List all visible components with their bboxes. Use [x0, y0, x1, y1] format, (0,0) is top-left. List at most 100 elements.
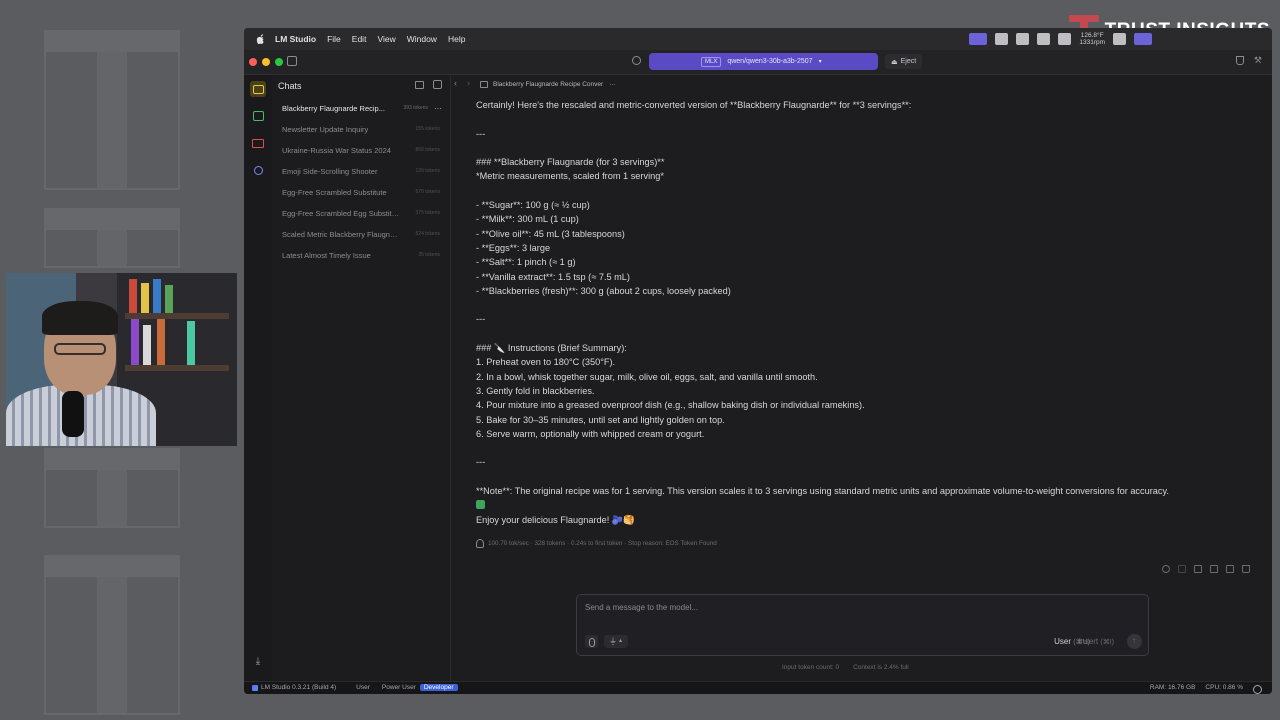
screen-record-icon[interactable] — [969, 33, 988, 45]
lm-studio-logo-icon — [252, 684, 258, 691]
chat-list-item-label: Latest Almost Timely Issue — [282, 250, 371, 260]
background-logo-mark — [44, 448, 180, 528]
status-bar: LM Studio 0.3.21 (Build 4) User Power Us… — [244, 681, 1272, 694]
regenerate-icon[interactable] — [1162, 565, 1170, 573]
developer-nav-button[interactable] — [250, 108, 266, 124]
message-input[interactable]: Send a message to the model... — [585, 603, 698, 612]
attach-button[interactable] — [585, 635, 598, 648]
maximize-window-button[interactable] — [275, 58, 283, 66]
context-usage: Context is 2.4% full — [853, 664, 909, 671]
message-line: 1. Preheat oven to 180°C (350°F). — [476, 357, 616, 368]
message-line — [476, 470, 1256, 484]
microphone — [62, 391, 84, 437]
chat-list-item[interactable]: Emoji Side-Scrolling Shooter 135 tokens — [276, 162, 446, 180]
battery-icon[interactable] — [1113, 33, 1126, 45]
chat-list-item-tokens: 135 tokens — [415, 168, 440, 174]
chat-nav-button[interactable] — [250, 81, 266, 97]
chat-list-item[interactable]: Scaled Metric Blackberry Flaugna... 524 t… — [276, 225, 446, 243]
lm-studio-version: LM Studio 0.3.21 (Build 4) — [252, 684, 336, 691]
notes-icon[interactable] — [995, 33, 1009, 45]
menu-window[interactable]: Window — [407, 34, 437, 44]
lightbulb-icon[interactable] — [476, 539, 484, 548]
input-token-count: Input token count: 0 — [782, 664, 840, 671]
tab-more-icon[interactable]: ··· — [609, 81, 616, 88]
chat-more-icon[interactable]: ··· — [434, 104, 442, 113]
message-line: - **Vanilla extract**: 1.5 tsp (≈ 7.5 mL… — [476, 271, 630, 282]
branch-icon[interactable] — [1194, 565, 1202, 573]
edit-icon[interactable] — [1226, 565, 1234, 573]
chat-list-item[interactable]: Blackberry Flaugnarde Recip... 393 tokens… — [276, 99, 446, 117]
share-icon[interactable] — [1016, 33, 1030, 45]
chat-list-item[interactable]: Newsletter Update Inquiry 155 tokens — [276, 120, 446, 138]
sidebar-toggle-icon[interactable] — [287, 56, 297, 66]
menu-view[interactable]: View — [377, 34, 395, 44]
message-line: 4. Pour mixture into a greased ovenproof… — [476, 400, 865, 411]
menu-edit[interactable]: Edit — [352, 34, 367, 44]
chat-list-item-label: Egg-Free Scrambled Substitute — [282, 187, 387, 197]
mode-developer[interactable]: Developer — [419, 684, 458, 691]
menu-help[interactable]: Help — [448, 34, 465, 44]
chat-list-item[interactable]: Egg-Free Scrambled Substitute 570 tokens — [276, 183, 446, 201]
composer-footer: Input token count: 0 Context is 2.4% ful… — [782, 664, 909, 671]
menu-file[interactable]: File — [327, 34, 341, 44]
discover-nav-button[interactable] — [250, 162, 266, 178]
message-composer[interactable]: Send a message to the model... ⏚ ▴ User … — [576, 594, 1149, 656]
new-folder-icon[interactable] — [415, 81, 424, 89]
chat-list-item-tokens: 375 tokens — [415, 210, 440, 216]
dropbox-icon[interactable] — [1037, 33, 1051, 45]
download-icon: ⤓ — [255, 655, 261, 667]
continue-icon[interactable] — [1178, 565, 1186, 573]
chat-list-item[interactable]: Ukraine-Russia War Status 2024 866 tokens — [276, 141, 446, 159]
message-line: - **Sugar**: 100 g (≈ ½ cup) — [476, 200, 590, 211]
downloads-button[interactable]: ⤓ — [250, 653, 266, 669]
cpu-usage: CPU: 0.86 % — [1205, 684, 1243, 691]
model-selector[interactable]: MLX qwen/qwen3-30b-a3b-2507 ▾ — [649, 53, 878, 70]
message-line: ### 🔪 Instructions (Brief Summary): — [476, 343, 627, 354]
webcam-feed — [6, 273, 237, 446]
settings-gear-icon[interactable] — [632, 56, 641, 65]
apple-icon[interactable] — [256, 34, 265, 44]
tab-active-chat[interactable]: Blackberry Flaugnarde Recipe Conver ··· — [480, 77, 616, 91]
mode-user[interactable]: User — [356, 684, 370, 691]
chat-bubble-icon — [252, 84, 264, 94]
settings-gear-icon[interactable] — [1253, 685, 1262, 694]
lm-studio-window: LM Studio File Edit View Window Help 126… — [244, 28, 1272, 694]
app-menu[interactable]: LM Studio — [275, 34, 316, 44]
message-line: 2. In a bowl, whisk together sugar, milk… — [476, 371, 818, 382]
mode-power-user[interactable]: Power User — [382, 684, 416, 691]
close-window-button[interactable] — [249, 58, 257, 66]
new-chat-icon[interactable] — [433, 80, 442, 89]
model-name: qwen/qwen3-30b-a3b-2507 — [727, 58, 813, 65]
copy-icon[interactable] — [1210, 565, 1218, 573]
eject-button[interactable]: ⏏ Eject — [885, 54, 923, 69]
forward-arrow-icon[interactable]: › — [467, 78, 470, 88]
background-logo-mark — [44, 30, 180, 190]
minimize-window-button[interactable] — [262, 58, 270, 66]
lab-flask-icon[interactable] — [1236, 56, 1244, 65]
control-center-icon[interactable] — [1134, 33, 1152, 45]
send-button[interactable]: ↑ — [1127, 634, 1142, 649]
tab-bar: ‹ › Blackberry Flaugnarde Recipe Conver … — [450, 75, 1272, 93]
wrench-icon[interactable]: ⚒ — [1254, 55, 1262, 66]
models-nav-button[interactable] — [250, 135, 266, 151]
mlx-badge: MLX — [701, 56, 722, 67]
cloud-icon[interactable] — [1058, 33, 1072, 45]
folder-icon — [252, 138, 264, 148]
message-line — [476, 498, 1256, 512]
tools-button[interactable]: ⏚ ▴ — [604, 635, 628, 648]
insert-button[interactable]: Insert (⌘I) — [1078, 637, 1114, 646]
chat-list-item[interactable]: Latest Almost Timely Issue 35 tokens — [276, 246, 446, 264]
system-stats[interactable]: 126.8°F 1331rpm — [1079, 32, 1105, 46]
delete-icon[interactable] — [1242, 565, 1250, 573]
message-line: - **Salt**: 1 pinch (≈ 1 g) — [476, 257, 576, 268]
chat-list-item-label: Ukraine-Russia War Status 2024 — [282, 145, 391, 155]
back-arrow-icon[interactable]: ‹ — [454, 78, 457, 88]
chat-list-item[interactable]: Egg-Free Scrambled Egg Substitu... 375 to… — [276, 204, 446, 222]
message-line — [476, 112, 1256, 126]
message-line — [476, 327, 1256, 341]
message-line: 5. Bake for 30–35 minutes, until set and… — [476, 414, 725, 425]
background-logo-mark — [44, 555, 180, 715]
message-actions — [1162, 565, 1250, 573]
message-line: - **Eggs**: 3 large — [476, 242, 551, 253]
chat-list-item-label: Newsletter Update Inquiry — [282, 124, 369, 134]
